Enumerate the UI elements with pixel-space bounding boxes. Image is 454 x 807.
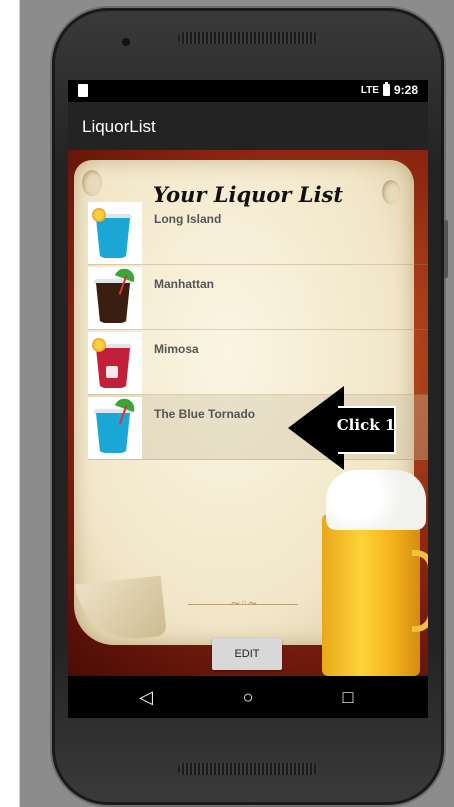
list-item-label: The Blue Tornado xyxy=(154,407,256,421)
beer-mug-icon xyxy=(312,470,428,676)
list-item[interactable]: Manhattan xyxy=(88,265,428,330)
list-item-label: Mimosa xyxy=(154,342,199,356)
status-time: 9:28 xyxy=(393,83,418,97)
main-content: Your Liquor List Long Island Manhattan M… xyxy=(68,150,428,676)
home-icon[interactable]: ○ xyxy=(236,685,260,709)
side-button[interactable] xyxy=(444,220,448,278)
list-item-label: Long Island xyxy=(154,212,222,226)
signal-icon: LTE xyxy=(360,84,379,96)
top-speaker xyxy=(178,32,318,44)
blue-cocktail-icon xyxy=(88,395,142,459)
status-bar: LTE 9:28 xyxy=(68,80,428,102)
red-cocktail-icon xyxy=(88,332,142,394)
edit-button[interactable]: EDIT xyxy=(212,638,282,670)
back-icon[interactable]: ◁ xyxy=(134,685,158,709)
battery-icon xyxy=(382,82,390,96)
status-icons: LTE 9:28 xyxy=(360,82,418,97)
recents-icon[interactable]: □ xyxy=(336,685,360,709)
ornament-flourish-icon: ~◦~ xyxy=(230,596,258,610)
annotation-label: Click 1 xyxy=(336,416,396,434)
blue-cocktail-icon xyxy=(88,202,142,264)
brown-cocktail-icon xyxy=(88,265,142,329)
list-item[interactable]: Long Island xyxy=(88,200,428,265)
click-annotation-arrow: Click 1 xyxy=(288,386,400,470)
sd-card-icon xyxy=(78,84,88,97)
nav-bar: ◁ ○ □ xyxy=(68,676,428,718)
page-left-border xyxy=(0,0,20,807)
list-item-label: Manhattan xyxy=(154,277,214,291)
phone-screen: LTE 9:28 LiquorList Your Liquor List Lon… xyxy=(68,80,428,718)
app-title: LiquorList xyxy=(82,117,156,136)
app-bar: LiquorList xyxy=(68,102,428,150)
bottom-speaker xyxy=(178,763,318,775)
front-camera xyxy=(122,38,130,46)
